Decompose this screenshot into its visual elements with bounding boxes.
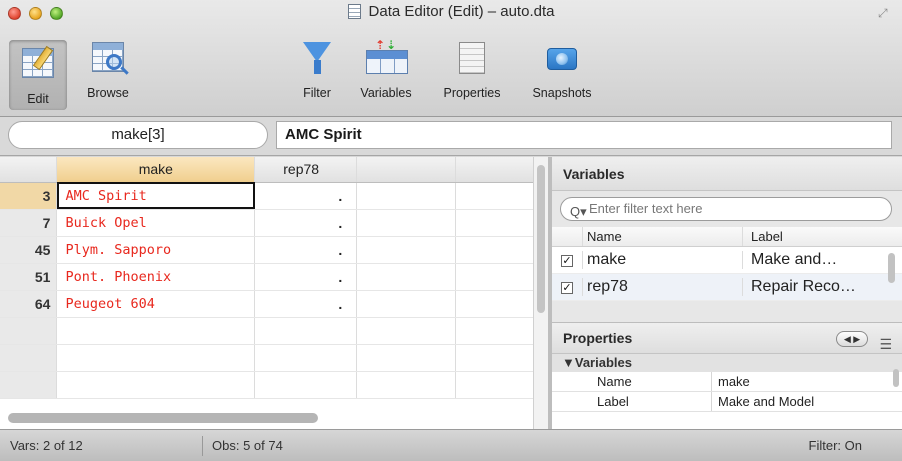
variables-list-header: Name Label xyxy=(552,227,902,247)
right-sidebar: Variables Q▾ Enter filter text here Name… xyxy=(552,157,902,429)
column-header-empty[interactable] xyxy=(356,157,457,183)
status-divider xyxy=(202,436,203,456)
prev-next-variable-button[interactable]: ◀ ▶ xyxy=(836,331,868,347)
empty-row xyxy=(0,371,548,399)
variables-list: Name Label ✓ make Make and… ✓ rep78 Repa… xyxy=(552,227,902,301)
label-column-header[interactable]: Label xyxy=(742,227,887,246)
property-row[interactable]: Label Make and Model xyxy=(552,392,902,412)
cell-make[interactable]: Peugeot 604 xyxy=(56,290,256,318)
variable-name: make xyxy=(582,251,742,269)
grid-vertical-scrollbar[interactable] xyxy=(533,157,548,429)
variables-button[interactable]: ⇡ ⇣ Variables xyxy=(350,39,422,100)
properties-icon xyxy=(450,40,494,80)
properties-scroll-thumb[interactable] xyxy=(893,369,899,387)
cell-make[interactable]: Pont. Phoenix xyxy=(56,263,256,291)
cell-make[interactable]: Buick Opel xyxy=(56,209,256,237)
properties-title-text: Properties xyxy=(563,330,633,346)
cell-rep78[interactable]: . xyxy=(254,182,358,210)
window-title-area: Data Editor (Edit) – auto.dta xyxy=(0,3,902,20)
variable-filter-input[interactable]: Q▾ Enter filter text here xyxy=(560,197,892,221)
window-toolbar: Data Editor (Edit) – auto.dta ⤢ Edit Bro… xyxy=(0,0,902,117)
cell-rep78[interactable]: . xyxy=(254,209,358,237)
properties-button[interactable]: Properties xyxy=(432,40,512,100)
variables-panel-title: Variables xyxy=(552,157,902,191)
property-value[interactable]: Make and Model xyxy=(712,392,814,411)
obs-count: Obs: 5 of 74 xyxy=(212,438,283,453)
snapshots-button[interactable]: Snapshots xyxy=(522,40,602,100)
table-row[interactable]: 45 Plym. Sapporo . xyxy=(0,236,548,264)
name-column-header[interactable]: Name xyxy=(582,227,742,246)
data-grid[interactable]: make rep78 3 AMC Spirit . 7 Buick Opel .… xyxy=(0,157,548,429)
status-bar: Vars: 2 of 12 Obs: 5 of 74 Filter: On xyxy=(0,429,902,461)
cell-rep78[interactable]: . xyxy=(254,290,358,318)
table-row[interactable]: 51 Pont. Phoenix . xyxy=(0,263,548,291)
variable-label: Make and… xyxy=(742,251,887,269)
properties-panel: Properties ◀ ▶ ☰ ▼Variables Name make La… xyxy=(552,322,902,429)
property-value[interactable]: make xyxy=(712,372,750,391)
edit-mode-button[interactable]: Edit xyxy=(9,40,67,110)
snapshots-label: Snapshots xyxy=(532,86,592,100)
obs-number[interactable]: 51 xyxy=(0,263,58,291)
filter-placeholder: Enter filter text here xyxy=(589,201,703,216)
edit-grid-icon xyxy=(16,45,60,86)
checkbox[interactable]: ✓ xyxy=(561,282,573,294)
cell-reference-field[interactable]: make[3] xyxy=(8,121,268,149)
obs-header-corner[interactable] xyxy=(0,157,58,183)
empty-row xyxy=(0,344,548,372)
browse-grid-icon xyxy=(86,40,130,80)
vars-count: Vars: 2 of 12 xyxy=(10,438,83,453)
filter-status: Filter: On xyxy=(808,438,862,453)
obs-number[interactable]: 45 xyxy=(0,236,58,264)
checkbox[interactable]: ✓ xyxy=(561,255,573,267)
camera-icon xyxy=(540,40,584,80)
property-key: Label xyxy=(552,392,712,411)
grid-header-row: make rep78 xyxy=(0,157,548,183)
properties-label: Properties xyxy=(443,86,501,100)
window-title: Data Editor (Edit) – auto.dta xyxy=(368,3,555,20)
cell-rep78[interactable]: . xyxy=(254,263,358,291)
horizontal-scrollbar[interactable] xyxy=(8,413,318,423)
browse-mode-button[interactable]: Browse xyxy=(78,40,138,100)
menu-icon[interactable]: ☰ xyxy=(879,329,892,360)
variables-icon: ⇡ ⇣ xyxy=(364,39,408,80)
browse-label: Browse xyxy=(87,86,129,100)
filter-label: Filter xyxy=(303,86,331,100)
table-row[interactable]: 7 Buick Opel . xyxy=(0,209,548,237)
variables-label: Variables xyxy=(360,86,412,100)
variable-name: rep78 xyxy=(582,278,742,296)
property-key: Name xyxy=(552,372,712,391)
variable-label: Repair Reco… xyxy=(742,278,887,296)
cell-rep78[interactable]: . xyxy=(254,236,358,264)
filter-funnel-icon xyxy=(295,40,339,80)
empty-row xyxy=(0,317,548,345)
document-icon xyxy=(347,4,361,19)
scroll-thumb[interactable] xyxy=(537,165,545,313)
column-header-rep78[interactable]: rep78 xyxy=(254,157,358,183)
obs-number[interactable]: 64 xyxy=(0,290,58,318)
obs-number[interactable]: 3 xyxy=(0,182,58,210)
cell-make[interactable]: AMC Spirit xyxy=(56,182,256,210)
column-header-make[interactable]: make xyxy=(56,157,256,183)
edit-label: Edit xyxy=(27,92,49,106)
fullscreen-icon[interactable]: ⤢ xyxy=(878,6,892,20)
filter-button[interactable]: Filter xyxy=(292,40,342,100)
property-row[interactable]: Name make xyxy=(552,372,902,392)
properties-panel-title: Properties ◀ ▶ ☰ xyxy=(552,323,902,354)
table-row[interactable]: 3 AMC Spirit . xyxy=(0,182,548,210)
properties-section-variables[interactable]: ▼Variables xyxy=(552,354,902,372)
obs-number[interactable]: 7 xyxy=(0,209,58,237)
cell-make[interactable]: Plym. Sapporo xyxy=(56,236,256,264)
list-item[interactable]: ✓ rep78 Repair Reco… xyxy=(552,274,902,301)
variables-scroll-thumb[interactable] xyxy=(888,253,895,283)
search-icon: Q▾ xyxy=(570,204,587,219)
cell-value-input[interactable]: AMC Spirit xyxy=(276,121,892,149)
table-row[interactable]: 64 Peugeot 604 . xyxy=(0,290,548,318)
cell-editor-bar: make[3] AMC Spirit xyxy=(0,117,902,156)
list-item[interactable]: ✓ make Make and… xyxy=(552,247,902,274)
